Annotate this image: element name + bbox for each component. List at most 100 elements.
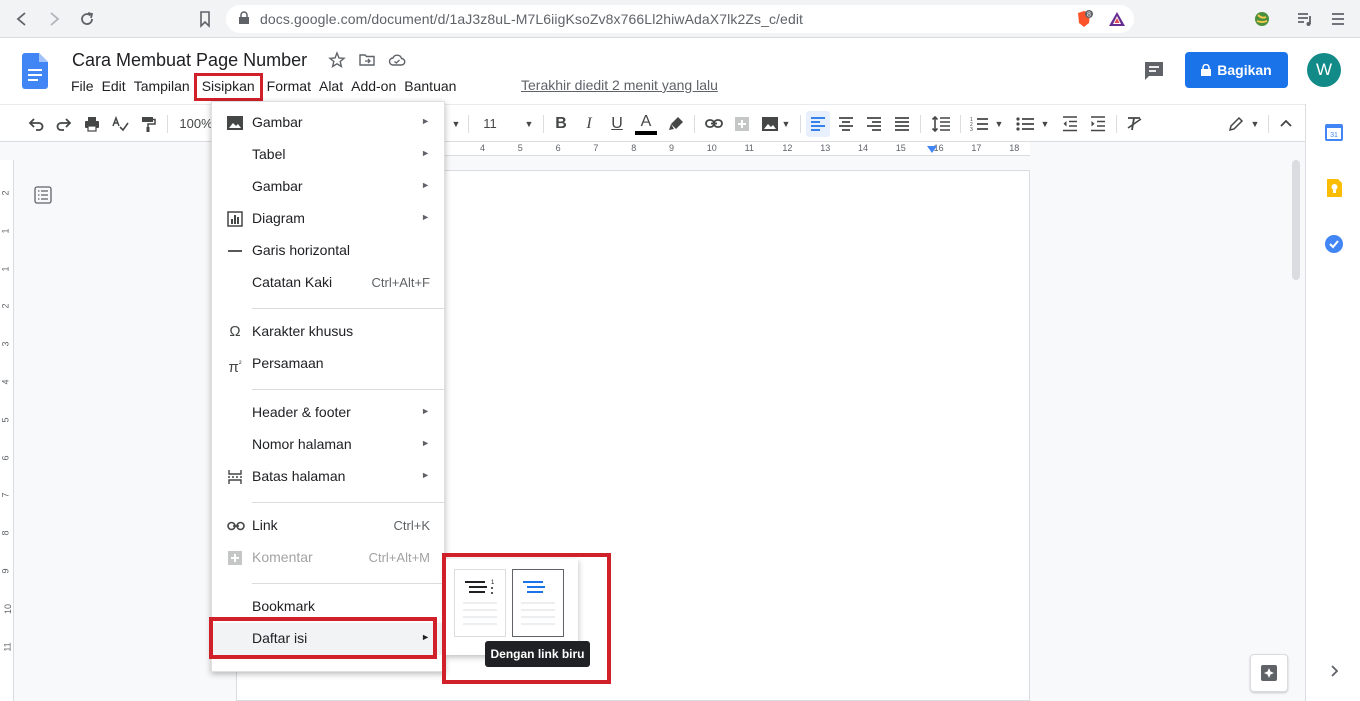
tasks-icon[interactable]: [1324, 234, 1344, 254]
side-panel: 31: [1305, 104, 1360, 701]
url-text: docs.google.com/document/d/1aJ3z8uL-M7L6…: [260, 11, 804, 27]
vertical-ruler-number: 7: [0, 492, 11, 498]
ruler-number: 13: [820, 143, 831, 153]
ruler-number: 9: [669, 143, 675, 153]
vertical-scrollbar[interactable]: [1292, 160, 1300, 280]
share-label: Bagikan: [1217, 62, 1272, 78]
insert-link-icon[interactable]: [703, 113, 725, 135]
undo-icon[interactable]: [26, 113, 46, 135]
expand-panel-chevron-right-icon[interactable]: [1324, 661, 1344, 681]
share-lock-icon: [1201, 63, 1212, 76]
editing-mode-dropdown-arrow-icon[interactable]: ▼: [1249, 113, 1261, 135]
vertical-ruler[interactable]: 2 1 1 2 3 4 5 6 7 8 9 10 11: [0, 160, 14, 701]
vertical-ruler-number: 1: [0, 266, 11, 272]
font-size-dropdown-arrow-icon[interactable]: ▼: [522, 113, 536, 135]
ruler-number: 10: [706, 143, 717, 153]
svg-text:8: 8: [1087, 12, 1091, 19]
align-center-icon[interactable]: [836, 113, 856, 135]
menu-insert[interactable]: Sisipkan: [193, 73, 263, 101]
vertical-ruler-number: 8: [0, 530, 11, 536]
share-button[interactable]: Bagikan: [1185, 52, 1288, 88]
star-icon[interactable]: [328, 51, 346, 69]
cloud-saved-icon[interactable]: [388, 51, 406, 69]
browser-menu-icon[interactable]: [1329, 10, 1347, 28]
bookmark-icon[interactable]: [195, 9, 215, 29]
menu-item-chart[interactable]: Diagram ►: [212, 203, 446, 235]
document-outline-icon[interactable]: [34, 186, 52, 204]
menu-format[interactable]: Format: [263, 77, 315, 97]
menu-item-footnote[interactable]: Catatan Kaki Ctrl+Alt+F: [212, 267, 446, 299]
explore-button[interactable]: [1250, 654, 1288, 692]
align-right-icon[interactable]: [864, 113, 884, 135]
align-justify-icon[interactable]: [892, 113, 912, 135]
bulleted-list-dropdown-arrow-icon[interactable]: ▼: [1039, 113, 1051, 135]
highlight-pen-icon[interactable]: [666, 113, 686, 135]
align-left-button[interactable]: [806, 111, 830, 137]
menu-item-header-footer[interactable]: Header & footer ►: [212, 397, 446, 429]
editing-mode-pencil-icon[interactable]: [1226, 113, 1246, 135]
move-folder-icon[interactable]: [358, 51, 376, 69]
paint-format-icon[interactable]: [138, 113, 158, 135]
extension-globe-icon[interactable]: [1253, 10, 1271, 28]
brave-rewards-icon[interactable]: [1108, 10, 1126, 28]
menu-item-special-characters[interactable]: Ω Karakter khusus: [212, 316, 446, 348]
explore-icon: [1261, 665, 1277, 681]
italic-button[interactable]: I: [579, 113, 599, 135]
last-edit-link[interactable]: Terakhir diedit 2 menit yang lalu: [521, 77, 718, 93]
ruler-number: 15: [895, 143, 906, 153]
font-dropdown-arrow-icon[interactable]: ▼: [449, 113, 463, 135]
vertical-ruler-number: 1: [0, 228, 11, 234]
menu-file[interactable]: File: [71, 77, 98, 97]
back-icon[interactable]: [12, 9, 32, 29]
redo-icon[interactable]: [54, 113, 74, 135]
menu-help[interactable]: Bantuan: [400, 77, 460, 97]
menu-item-page-numbers[interactable]: Nomor halaman ►: [212, 429, 446, 461]
submenu-arrow-icon: ►: [421, 116, 430, 126]
menu-item-image[interactable]: Gambar ►: [212, 107, 446, 139]
document-title[interactable]: Cara Membuat Page Number: [72, 50, 307, 71]
image-dropdown-arrow-icon[interactable]: ▼: [780, 113, 792, 135]
shortcut-text: Ctrl+Alt+M: [368, 550, 430, 565]
menu-edit[interactable]: Edit: [98, 77, 130, 97]
numbered-list-icon[interactable]: 123: [968, 113, 990, 135]
account-avatar[interactable]: W: [1307, 53, 1341, 87]
add-comment-toolbar-icon[interactable]: [732, 113, 752, 135]
menu-tools[interactable]: Alat: [315, 77, 347, 97]
playlist-icon[interactable]: [1296, 10, 1314, 28]
insert-image-icon[interactable]: [760, 113, 780, 135]
text-color-button[interactable]: A: [635, 113, 657, 135]
menu-item-table[interactable]: Tabel ►: [212, 139, 446, 171]
menu-item-drawing[interactable]: Gambar ►: [212, 171, 446, 203]
numbered-list-dropdown-arrow-icon[interactable]: ▼: [993, 113, 1005, 135]
spellcheck-icon[interactable]: [110, 113, 130, 135]
brave-shield-icon[interactable]: 8: [1075, 10, 1093, 28]
right-indent-marker-icon[interactable]: [926, 145, 938, 155]
vertical-ruler-number: 9: [0, 568, 11, 574]
underline-button[interactable]: U: [607, 113, 627, 135]
zoom-select[interactable]: 100%: [176, 113, 216, 135]
font-size-select[interactable]: 11: [478, 113, 502, 135]
ruler-number: 5: [517, 143, 523, 153]
menu-view[interactable]: Tampilan: [130, 77, 194, 97]
bold-button[interactable]: B: [551, 113, 571, 135]
toolbar-separator: [1268, 115, 1269, 133]
hide-menus-chevron-up-icon[interactable]: [1276, 113, 1296, 135]
menu-item-equation[interactable]: π² Persamaan: [212, 348, 446, 380]
menu-item-horizontal-line[interactable]: Garis horizontal: [212, 235, 446, 267]
print-icon[interactable]: [82, 113, 102, 135]
line-spacing-icon[interactable]: [930, 113, 952, 135]
google-docs-logo-icon[interactable]: [22, 53, 48, 89]
forward-icon[interactable]: [44, 9, 64, 29]
menu-item-break[interactable]: Batas halaman ►: [212, 461, 446, 493]
decrease-indent-icon[interactable]: [1060, 113, 1080, 135]
menu-addons[interactable]: Add-on: [347, 77, 400, 97]
bulleted-list-icon[interactable]: [1014, 113, 1036, 135]
keep-notes-icon[interactable]: [1324, 178, 1344, 198]
comment-history-icon[interactable]: [1143, 60, 1165, 82]
calendar-icon[interactable]: 31: [1324, 122, 1344, 142]
increase-indent-icon[interactable]: [1088, 113, 1108, 135]
reload-icon[interactable]: [77, 9, 97, 29]
clear-formatting-icon[interactable]: [1124, 113, 1144, 135]
menu-item-link[interactable]: Link Ctrl+K: [212, 510, 446, 542]
address-bar[interactable]: docs.google.com/document/d/1aJ3z8uL-M7L6…: [226, 5, 1134, 33]
